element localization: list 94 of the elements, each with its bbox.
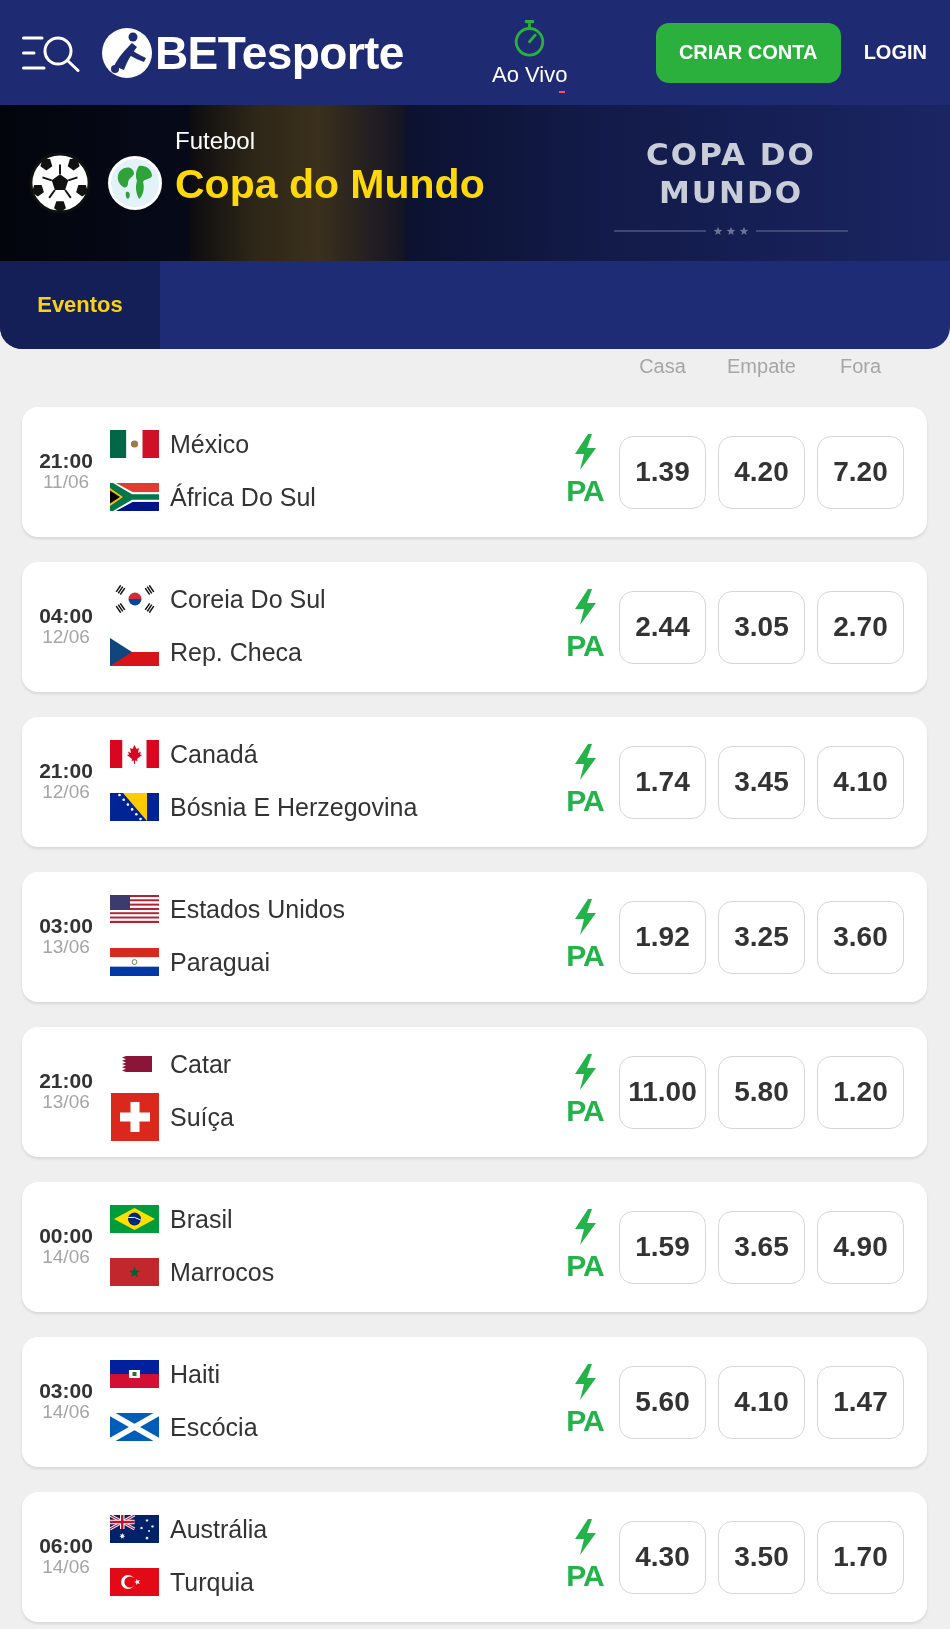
match-time: 21:00 [39, 1069, 93, 1092]
team-name: Estados Unidos [170, 894, 346, 924]
odds-button[interactable]: 3.50 [718, 1520, 805, 1594]
bosnia-flag-icon [110, 793, 159, 821]
odds-button[interactable]: 3.60 [817, 900, 904, 974]
match-date: 12/06 [42, 626, 90, 647]
team-name: Coreia Do Sul [170, 584, 326, 614]
team-name: Turquia [170, 1567, 254, 1597]
logo-icon [102, 27, 152, 78]
odds-button[interactable]: 4.10 [817, 745, 904, 819]
paraguay-flag-icon [110, 948, 159, 976]
team-name: Brasil [170, 1204, 233, 1234]
odds-button[interactable]: 3.45 [718, 745, 805, 819]
live-link[interactable]: Ao Vivo [492, 19, 568, 88]
odds-button[interactable]: 5.60 [619, 1365, 706, 1439]
pa-label: PA [566, 1561, 604, 1591]
canada-flag-icon [110, 740, 159, 768]
globe-icon [108, 156, 162, 210]
team-name: Canadá [170, 739, 258, 769]
team-name: Austrália [170, 1514, 268, 1544]
pa-label: PA [566, 941, 604, 971]
usa-flag-icon [110, 895, 159, 923]
team-name: África Do Sul [170, 482, 316, 512]
odds-button[interactable]: 7.20 [817, 435, 904, 509]
czech-flag-icon [110, 638, 159, 666]
team-name: Escócia [170, 1412, 258, 1442]
soccer-ball-icon [29, 152, 91, 214]
match-date: 12/06 [42, 781, 90, 802]
odds-button[interactable]: 1.92 [619, 900, 706, 974]
odds-button[interactable]: 3.25 [718, 900, 805, 974]
live-indicator-icon [559, 91, 566, 93]
match-time: 03:00 [39, 914, 93, 937]
team-name: Suíça [170, 1102, 234, 1132]
pa-label: PA [566, 1096, 604, 1126]
pa-label: PA [566, 1406, 604, 1436]
team-name: Marrocos [170, 1257, 275, 1287]
odds-button[interactable]: 3.65 [718, 1210, 805, 1284]
odds-button[interactable]: 11.00 [619, 1055, 706, 1129]
match-date: 14/06 [42, 1556, 90, 1577]
team-name: Haiti [170, 1359, 220, 1389]
odds-button[interactable]: 4.10 [718, 1365, 805, 1439]
column-header: Casa [638, 354, 687, 378]
competition-title: Copa do Mundo [175, 161, 485, 207]
odds-button[interactable]: 4.30 [619, 1520, 706, 1594]
column-header: Empate [726, 354, 797, 378]
match-date: 14/06 [42, 1246, 90, 1267]
team-name: Catar [170, 1049, 232, 1079]
switzerland-flag-icon [110, 1093, 159, 1141]
korea-flag-icon [114, 585, 155, 613]
haiti-flag-icon [110, 1360, 159, 1388]
tab[interactable]: Eventos [0, 261, 160, 349]
australia-flag-icon [110, 1515, 159, 1543]
pa-label: PA [566, 476, 604, 506]
login-button[interactable]: LOGIN [863, 41, 927, 64]
match-date: 14/06 [42, 1401, 90, 1422]
match-time: 00:00 [39, 1224, 93, 1247]
sport-label: Futebol [175, 127, 256, 155]
odds-button[interactable]: 1.59 [619, 1210, 706, 1284]
morocco-flag-icon [110, 1258, 159, 1286]
odds-button[interactable]: 2.70 [817, 590, 904, 664]
match-date: 13/06 [42, 1091, 90, 1112]
match-time: 21:00 [39, 759, 93, 782]
odds-button[interactable]: 1.20 [817, 1055, 904, 1129]
match-date: 13/06 [42, 936, 90, 957]
odds-button[interactable]: 3.05 [718, 590, 805, 664]
odds-button[interactable]: 2.44 [619, 590, 706, 664]
team-name: México [170, 429, 250, 459]
turkey-flag-icon [110, 1568, 159, 1596]
match-time: 21:00 [39, 449, 93, 472]
odds-button[interactable]: 1.70 [817, 1520, 904, 1594]
banner-logo-text: COPA DO MUNDO [646, 135, 816, 211]
stars-divider-icon [614, 226, 848, 236]
match-time: 04:00 [39, 604, 93, 627]
odds-button[interactable]: 1.47 [817, 1365, 904, 1439]
column-header: Fora [838, 354, 883, 378]
team-name: Rep. Checa [170, 637, 303, 667]
scotland-flag-icon [110, 1413, 159, 1441]
brazil-flag-icon [110, 1205, 159, 1233]
odds-button[interactable]: 5.80 [718, 1055, 805, 1129]
match-time: 06:00 [39, 1534, 93, 1557]
odds-button[interactable]: 1.39 [619, 435, 706, 509]
odds-button[interactable]: 4.20 [718, 435, 805, 509]
logo-text: BETesporte [155, 26, 404, 79]
team-name: Bósnia E Herzegovina [170, 792, 418, 822]
match-date: 11/06 [42, 471, 90, 492]
pa-label: PA [566, 1251, 604, 1281]
pa-label: PA [566, 786, 604, 816]
odds-button[interactable]: 1.74 [619, 745, 706, 819]
team-name: Paraguai [170, 947, 271, 977]
odds-button[interactable]: 4.90 [817, 1210, 904, 1284]
mexico-flag-icon [110, 430, 159, 458]
match-time: 03:00 [39, 1379, 93, 1402]
pa-label: PA [566, 631, 604, 661]
south-africa-flag-icon [110, 483, 159, 511]
